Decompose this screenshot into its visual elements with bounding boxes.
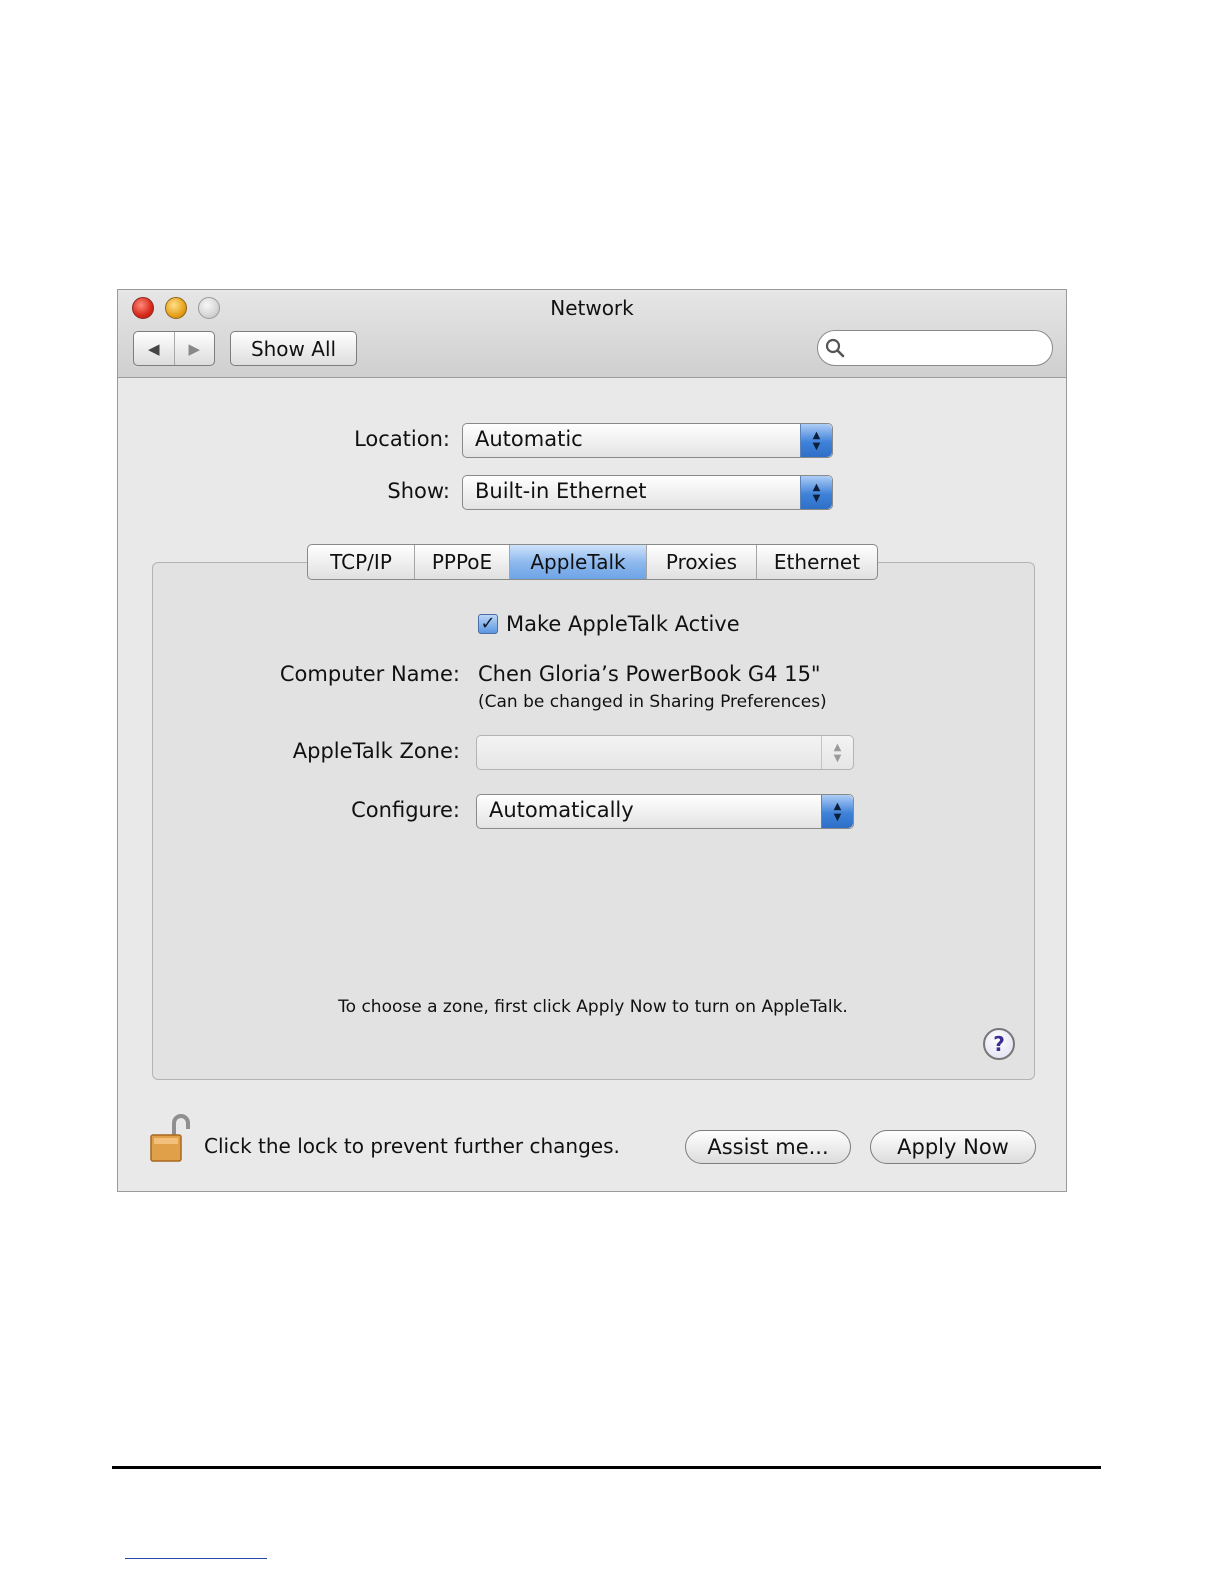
popup-arrows-icon: ▲ ▼ (800, 424, 832, 457)
help-button[interactable]: ? (983, 1028, 1015, 1060)
apply-now-button[interactable]: Apply Now (870, 1130, 1036, 1164)
location-popup[interactable]: Automatic ▲ ▼ (462, 423, 833, 458)
show-popup[interactable]: Built-in Ethernet ▲ ▼ (462, 475, 833, 510)
tab-bar: TCP/IP PPPoE AppleTalk Proxies Ethernet (307, 544, 878, 580)
tab-tcpip[interactable]: TCP/IP (308, 545, 414, 579)
show-label: Show: (387, 479, 450, 503)
location-label: Location: (354, 427, 450, 451)
computer-name-value: Chen Gloria’s PowerBook G4 15" (478, 662, 821, 686)
forward-arrow-icon: ▶ (188, 339, 201, 358)
back-forward-control: ◀ ▶ (133, 331, 215, 366)
page-divider-rule (112, 1466, 1101, 1469)
appletalk-zone-label: AppleTalk Zone: (292, 739, 460, 763)
make-appletalk-active-row[interactable]: ✓ Make AppleTalk Active (478, 612, 740, 636)
tab-ethernet[interactable]: Ethernet (756, 545, 877, 579)
show-all-button[interactable]: Show All (230, 331, 357, 366)
lock-status-text: Click the lock to prevent further change… (204, 1134, 620, 1158)
tab-proxies[interactable]: Proxies (646, 545, 756, 579)
footnote-divider (125, 1558, 267, 1559)
title-bar: Network ◀ ▶ Show All (118, 290, 1066, 378)
search-icon (825, 338, 845, 358)
make-appletalk-active-checkbox[interactable]: ✓ (478, 614, 498, 634)
appletalk-zone-popup: ▲ ▼ (476, 735, 854, 770)
location-value: Automatic (475, 427, 583, 451)
make-appletalk-active-label: Make AppleTalk Active (506, 612, 740, 636)
question-mark-icon: ? (993, 1032, 1005, 1056)
popup-arrows-icon: ▲ ▼ (800, 476, 832, 509)
assist-me-button[interactable]: Assist me... (685, 1130, 851, 1164)
configure-value: Automatically (489, 798, 634, 822)
unlocked-lock-icon[interactable] (148, 1113, 194, 1163)
popup-arrows-icon: ▲ ▼ (821, 736, 853, 769)
checkmark-icon: ✓ (480, 613, 496, 634)
zone-hint-text: To choose a zone, first click Apply Now … (338, 997, 848, 1017)
tab-appletalk[interactable]: AppleTalk (509, 545, 646, 579)
search-field[interactable] (817, 330, 1053, 366)
back-arrow-icon: ◀ (147, 339, 160, 358)
popup-arrows-icon: ▲ ▼ (821, 795, 853, 828)
configure-popup[interactable]: Automatically ▲ ▼ (476, 794, 854, 829)
window-title: Network (550, 296, 634, 320)
computer-name-label: Computer Name: (279, 662, 460, 686)
forward-button[interactable]: ▶ (173, 332, 215, 365)
computer-name-note: (Can be changed in Sharing Preferences) (478, 692, 827, 712)
tab-pppoe[interactable]: PPPoE (414, 545, 509, 579)
configure-label: Configure: (351, 798, 460, 822)
show-value: Built-in Ethernet (475, 479, 647, 503)
network-preferences-window: Network ◀ ▶ Show All Location: Automatic… (117, 289, 1067, 1192)
back-button[interactable]: ◀ (134, 332, 174, 365)
search-input[interactable] (850, 335, 1044, 363)
